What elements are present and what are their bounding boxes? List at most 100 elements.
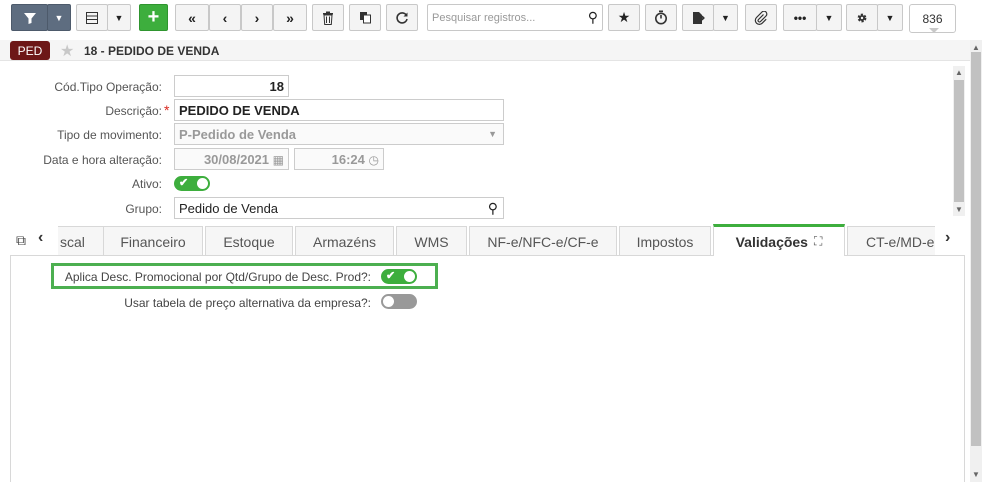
- star-icon: ★: [617, 9, 631, 25]
- form-scrollbar-thumb[interactable]: [954, 80, 964, 202]
- delete-button[interactable]: [312, 4, 344, 31]
- page-scrollbar[interactable]: ▲ ▼: [970, 40, 982, 482]
- check-icon: ✔: [386, 270, 396, 282]
- page-title: 18 - PEDIDO DE VENDA: [84, 44, 220, 58]
- tab-armazens[interactable]: Armazéns: [295, 226, 394, 256]
- record-header: PED ★ 18 - PEDIDO DE VENDA: [0, 40, 970, 61]
- descricao-field[interactable]: PEDIDO DE VENDA: [174, 99, 504, 121]
- form-scrollbar[interactable]: ▲ ▼: [953, 66, 965, 216]
- tabs-scroll-left-icon[interactable]: ‹: [38, 229, 43, 247]
- validacoes-panel: [10, 255, 965, 482]
- caret-down-icon: ▼: [488, 129, 497, 139]
- usar-tabela-toggle[interactable]: [381, 294, 417, 309]
- file-export-icon: [692, 11, 705, 24]
- more-options-button[interactable]: •••: [783, 4, 817, 31]
- caret-down-icon: ▼: [824, 12, 834, 23]
- toolbar: ▼ ▼ + « ‹ › » Pesquisar registros... ⚲ ★…: [0, 0, 982, 38]
- grupo-label: Grupo:: [125, 202, 162, 216]
- toggle-knob: [383, 296, 394, 307]
- add-icon: +: [147, 6, 160, 28]
- stopwatch-icon: [655, 10, 667, 25]
- cod-tipo-label: Cód.Tipo Operação:: [54, 80, 162, 94]
- calendar-icon[interactable]: ▦: [273, 153, 284, 167]
- record-count: 836: [909, 4, 956, 33]
- ellipsis-icon: •••: [793, 10, 807, 25]
- timer-button[interactable]: [645, 4, 677, 31]
- filter-icon: [23, 12, 36, 24]
- tab-wms[interactable]: WMS: [396, 226, 467, 256]
- paperclip-icon: [754, 10, 768, 25]
- scroll-down-icon[interactable]: ▼: [955, 205, 963, 214]
- chevron-left-icon: ‹: [222, 9, 228, 26]
- filter-dropdown-button[interactable]: ▼: [47, 4, 71, 31]
- caret-down-icon: ▼: [114, 12, 124, 23]
- clock-icon[interactable]: ◷: [369, 153, 379, 167]
- tab-divider: [845, 255, 965, 256]
- tipo-movimento-label: Tipo de movimento:: [57, 128, 162, 142]
- tab-nfe[interactable]: NF-e/NFC-e/CF-e: [469, 226, 617, 256]
- filter-button[interactable]: [11, 4, 48, 31]
- expand-icon[interactable]: ⛶: [814, 234, 822, 249]
- tab-cte[interactable]: CT-e/MD-e: [847, 226, 935, 256]
- descricao-label: Descrição:: [105, 104, 162, 118]
- refresh-icon: [396, 11, 408, 24]
- add-button[interactable]: +: [139, 4, 168, 31]
- tipo-movimento-select[interactable]: P-Pedido de Venda ▼: [174, 123, 504, 145]
- tab-impostos[interactable]: Impostos: [619, 226, 711, 256]
- grupo-field[interactable]: Pedido de Venda ⚲: [174, 197, 504, 219]
- attachment-button[interactable]: [745, 4, 777, 31]
- double-chevron-left-icon: «: [188, 9, 196, 26]
- data-hora-label: Data e hora alteração:: [43, 153, 162, 167]
- usar-tabela-label: Usar tabela de preço alternativa da empr…: [124, 296, 371, 310]
- check-icon: ✔: [179, 177, 189, 189]
- data-field[interactable]: 30/08/2021 ▦: [174, 148, 289, 170]
- tabs-scroll-right-icon[interactable]: ›: [945, 229, 950, 247]
- first-record-button[interactable]: «: [175, 4, 209, 31]
- grupo-value: Pedido de Venda: [179, 201, 279, 216]
- last-record-button[interactable]: »: [273, 4, 307, 31]
- search-placeholder: Pesquisar registros...: [432, 12, 536, 24]
- export-dropdown[interactable]: ▼: [713, 4, 738, 31]
- caret-down-icon: ▼: [885, 12, 895, 23]
- tab-validacoes[interactable]: Validações ⛶: [713, 224, 845, 256]
- scroll-up-icon[interactable]: ▲: [972, 43, 980, 52]
- hora-value: 16:24: [331, 152, 365, 167]
- favorite-button[interactable]: ★: [608, 4, 640, 31]
- tab-financeiro[interactable]: Financeiro: [103, 226, 203, 256]
- double-chevron-right-icon: »: [286, 9, 294, 26]
- search-icon[interactable]: ⚲: [588, 9, 598, 26]
- copy-tabs-icon[interactable]: ⧉: [16, 232, 26, 249]
- cod-tipo-field[interactable]: 18: [174, 75, 289, 97]
- view-mode-button[interactable]: [76, 4, 108, 31]
- settings-dropdown[interactable]: ▼: [877, 4, 903, 31]
- view-mode-dropdown[interactable]: ▼: [107, 4, 131, 31]
- aplica-desc-toggle[interactable]: ✔: [381, 269, 417, 284]
- chevron-right-icon: ›: [254, 9, 260, 26]
- data-value: 30/08/2021: [203, 152, 270, 167]
- scroll-up-icon[interactable]: ▲: [955, 68, 963, 77]
- tipo-movimento-value: P-Pedido de Venda: [179, 127, 297, 142]
- caret-down-icon: ▼: [54, 12, 64, 23]
- hora-field[interactable]: 16:24 ◷: [294, 148, 384, 170]
- next-record-button[interactable]: ›: [241, 4, 273, 31]
- previous-record-button[interactable]: ‹: [209, 4, 241, 31]
- tab-bar: ⧉ ‹ scal Financeiro Estoque Armazéns WMS…: [0, 224, 970, 256]
- gear-icon: [857, 13, 867, 22]
- record-type-badge: PED: [10, 41, 50, 60]
- favorite-star-icon[interactable]: ★: [60, 41, 74, 61]
- tab-validacoes-label: Validações: [735, 233, 808, 250]
- search-input[interactable]: Pesquisar registros... ⚲: [427, 4, 603, 31]
- copy-icon: [359, 12, 371, 24]
- toggle-knob: [197, 178, 208, 189]
- ativo-toggle[interactable]: ✔: [174, 176, 210, 191]
- copy-button[interactable]: [349, 4, 381, 31]
- export-button[interactable]: [682, 4, 714, 31]
- settings-button[interactable]: [846, 4, 878, 31]
- more-options-dropdown[interactable]: ▼: [816, 4, 842, 31]
- ativo-label: Ativo:: [131, 177, 162, 191]
- page-scrollbar-thumb[interactable]: [971, 52, 981, 446]
- tab-estoque[interactable]: Estoque: [205, 226, 293, 256]
- search-icon[interactable]: ⚲: [488, 200, 498, 217]
- scroll-down-icon[interactable]: ▼: [972, 470, 980, 479]
- refresh-button[interactable]: [386, 4, 418, 31]
